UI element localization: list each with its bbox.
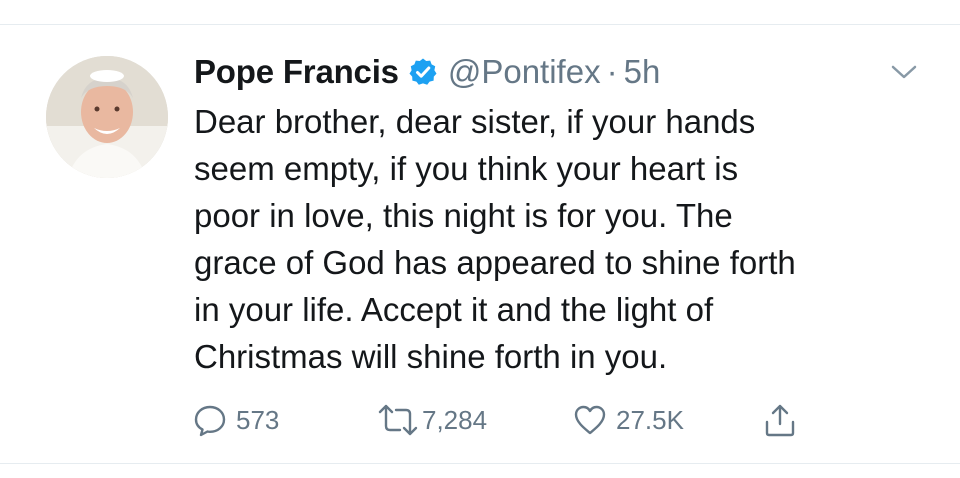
- tweet-header: Pope Francis @Pontifex · 5h: [194, 50, 660, 94]
- top-divider: [0, 24, 960, 25]
- reply-count: 573: [236, 404, 280, 435]
- like-icon: [574, 405, 606, 435]
- like-button[interactable]: 27.5K: [572, 400, 684, 440]
- handle[interactable]: @Pontifex: [448, 53, 601, 91]
- retweet-count: 7,284: [422, 404, 488, 435]
- retweet-icon: [378, 404, 418, 436]
- tweet-text-line: seem empty, if you think your heart is: [194, 150, 739, 187]
- tweet-text-line: Dear brother, dear sister, if your hands: [194, 103, 756, 140]
- tweet-text-line: poor in love, this night is for you. The: [194, 197, 733, 234]
- avatar[interactable]: [46, 56, 168, 178]
- like-count: 27.5K: [616, 404, 684, 435]
- tweet-text-line: grace of God has appeared to shine forth: [194, 244, 796, 281]
- separator-dot: ·: [606, 53, 618, 90]
- share-button[interactable]: [762, 400, 798, 440]
- bottom-divider: [0, 463, 960, 464]
- timestamp[interactable]: 5h: [624, 53, 661, 91]
- share-icon: [765, 404, 795, 437]
- reply-icon: [194, 405, 226, 437]
- display-name[interactable]: Pope Francis: [194, 53, 399, 91]
- tweet-text-line: Christmas will shine forth in you.: [194, 338, 668, 375]
- tweet-text: Dear brother, dear sister, if your hands…: [194, 98, 934, 380]
- chevron-down-icon[interactable]: [889, 62, 919, 82]
- reply-button[interactable]: 573: [192, 400, 279, 440]
- retweet-button[interactable]: 7,284: [376, 400, 487, 440]
- verified-badge-icon: [408, 57, 438, 87]
- tweet-text-line: in your life. Accept it and the light of: [194, 291, 714, 328]
- tweet-card[interactable]: Pope Francis @Pontifex · 5h Dear brother…: [0, 0, 960, 478]
